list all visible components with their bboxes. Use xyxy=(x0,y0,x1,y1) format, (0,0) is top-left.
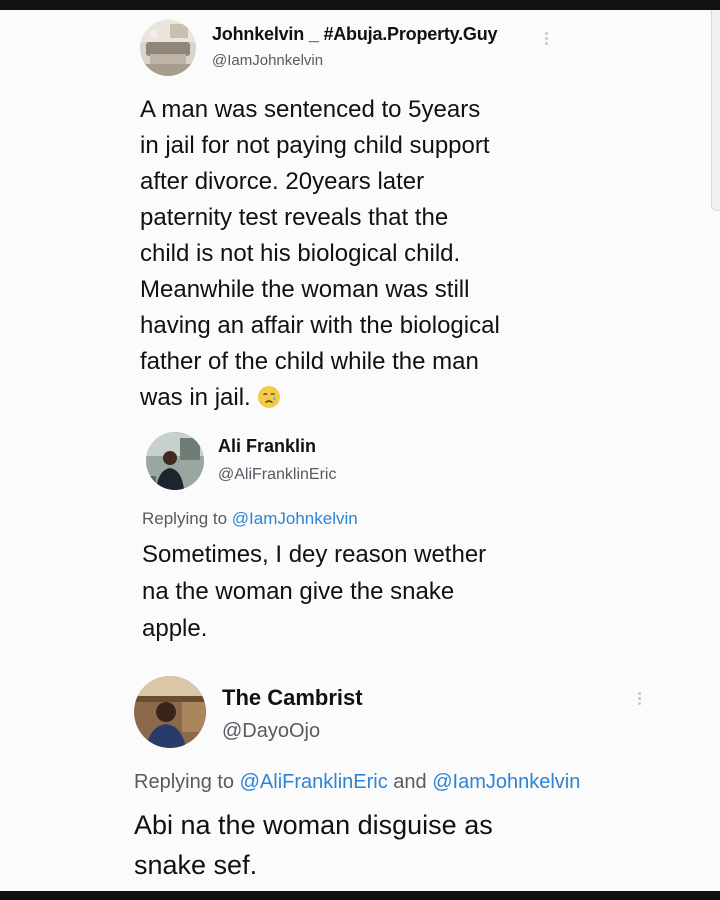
avatar-johnkelvin[interactable] xyxy=(140,20,196,76)
bottom-border xyxy=(0,891,720,900)
replying-to-line: Replying to @IamJohnkelvin xyxy=(142,509,358,529)
author-handle[interactable]: @IamJohnkelvin xyxy=(212,52,323,69)
replying-to-label: Replying to xyxy=(134,771,240,793)
mention-link[interactable]: @IamJohnkelvin xyxy=(432,771,580,793)
tweet-text-content: A man was sentenced to 5years in jail fo… xyxy=(140,96,500,411)
tweet-text: Sometimes, I dey reason wether na the wo… xyxy=(142,541,487,642)
tweet-text: A man was sentenced to 5years in jail fo… xyxy=(140,92,580,420)
top-border xyxy=(0,0,720,10)
scroll-edge xyxy=(711,10,720,211)
mention-link[interactable]: @AliFranklinEric xyxy=(240,771,388,793)
author-name[interactable]: Johnkelvin _ #Abuja.Property.Guy xyxy=(212,24,498,45)
author-name[interactable]: Ali Franklin xyxy=(218,436,316,457)
author-name[interactable]: The Cambrist xyxy=(222,685,363,711)
author-handle[interactable]: @DayoOjo xyxy=(222,720,320,743)
replying-to-label: Replying to xyxy=(142,509,232,528)
tweet-text: Abi na the woman disguise as snake sef. xyxy=(134,810,493,880)
more-options-icon[interactable] xyxy=(638,690,641,707)
replying-to-conjunction: and xyxy=(387,771,433,793)
screenshot-frame: Johnkelvin _ #Abuja.Property.Guy @IamJoh… xyxy=(0,0,720,900)
more-options-icon[interactable] xyxy=(545,30,548,47)
avatar-ali-franklin[interactable] xyxy=(146,432,204,490)
author-handle[interactable]: @AliFranklinEric xyxy=(218,466,336,484)
replying-to-line: Replying to @AliFranklinEric and @IamJoh… xyxy=(134,771,580,794)
crying-face-emoji-icon xyxy=(257,384,281,420)
mention-link[interactable]: @IamJohnkelvin xyxy=(232,509,358,528)
avatar-the-cambrist[interactable] xyxy=(134,676,206,748)
